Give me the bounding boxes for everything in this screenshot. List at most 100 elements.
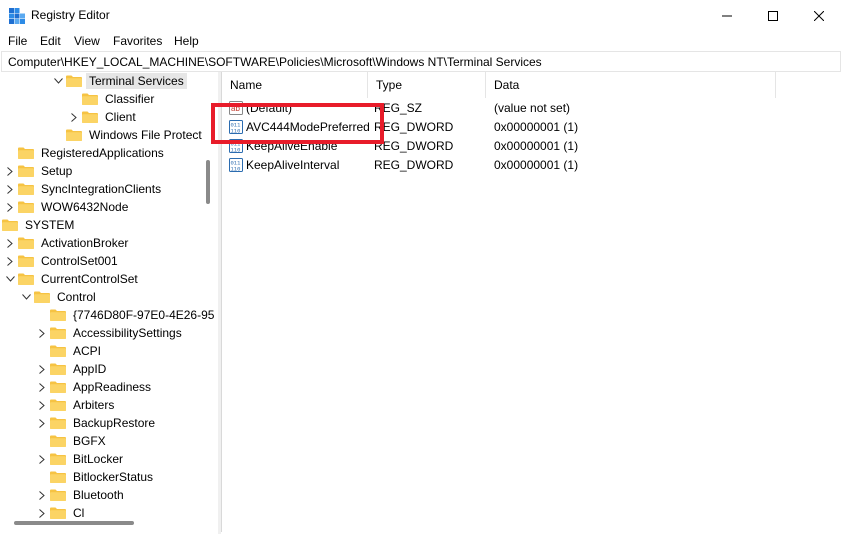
close-button[interactable] [796,0,842,32]
tree-item[interactable]: BackupRestore [39,414,158,432]
tree-item-label: Windows File Protect [89,128,202,142]
chevron-down-icon[interactable] [53,72,63,90]
tree-item[interactable]: BitLocker [39,450,126,468]
chevron-right-icon[interactable] [37,414,47,432]
menu-file[interactable]: File [8,34,27,48]
tree-item-label: BGFX [73,434,106,448]
tree-item-label: SYSTEM [25,218,75,232]
menu-bar: File Edit View Favorites Help [0,32,842,50]
tree-item[interactable]: Setup [7,162,75,180]
tree-item[interactable]: Classifier [82,90,157,108]
value-name: KeepAliveInterval [246,158,340,172]
maximize-icon [768,11,778,21]
svg-text:110: 110 [231,166,241,173]
tree-item[interactable]: Control [21,288,99,306]
menu-help[interactable]: Help [174,34,199,48]
menu-edit[interactable]: Edit [40,34,61,48]
folder-icon [18,165,34,177]
chevron-right-icon[interactable] [5,162,15,180]
folder-icon [50,345,66,357]
chevron-right-icon[interactable] [37,396,47,414]
annotation-highlight-box [211,103,384,144]
chevron-right-icon[interactable] [69,108,79,126]
tree-item-label: BackupRestore [73,416,156,430]
tree-item[interactable]: WOW6432Node [7,198,131,216]
chevron-right-icon[interactable] [5,180,15,198]
folder-icon [50,309,66,321]
svg-text:110: 110 [231,147,241,154]
chevron-right-icon[interactable] [37,324,47,342]
tree-item-label: CurrentControlSet [41,272,138,286]
tree-item-label: ActivationBroker [41,236,129,250]
tree-item-label: Setup [41,164,73,178]
value-type: REG_DWORD [374,139,454,153]
tree-item-label: Client [105,110,136,124]
tree-horizontal-scroll-thumb[interactable] [14,521,134,525]
folder-icon [50,453,66,465]
address-path: Computer\HKEY_LOCAL_MACHINE\SOFTWARE\Pol… [8,55,542,69]
tree-item[interactable]: CurrentControlSet [5,270,141,288]
value-type: REG_DWORD [374,158,454,172]
value-data: (value not set) [494,101,571,115]
folder-icon [50,489,66,501]
chevron-down-icon[interactable] [21,288,31,306]
tree-item[interactable]: Client [71,108,139,126]
menu-view[interactable]: View [74,34,100,48]
maximize-button[interactable] [750,0,796,32]
tree-item[interactable]: Arbiters [39,396,117,414]
chevron-right-icon[interactable] [37,378,47,396]
tree-item[interactable]: AppID [39,360,109,378]
menu-favorites[interactable]: Favorites [113,34,162,48]
value-row[interactable]: 011 110 KeepAliveInterval REG_DWORD 0x000000… [222,156,841,174]
tree-item-label: Arbiters [73,398,115,412]
folder-icon [50,399,66,411]
chevron-right-icon[interactable] [5,234,15,252]
tree-item-label: AppReadiness [73,380,152,394]
tree-item[interactable]: AppReadiness [39,378,154,396]
tree-item[interactable]: Windows File Protect [66,126,205,144]
tree-item[interactable]: Terminal Services [53,72,187,90]
tree-item[interactable]: ACPI [50,342,104,360]
binary-value-icon: 011 110 [229,158,243,173]
tree-item[interactable]: ControlSet001 [7,252,121,270]
chevron-right-icon[interactable] [5,198,15,216]
tree-item[interactable]: SYSTEM [2,216,77,234]
column-header-name[interactable]: Name [222,72,368,98]
tree-item-label: BitLocker [73,452,124,466]
chevron-down-icon[interactable] [5,270,15,288]
folder-icon [66,129,82,141]
address-bar[interactable]: Computer\HKEY_LOCAL_MACHINE\SOFTWARE\Pol… [1,51,841,72]
minimize-button[interactable] [704,0,750,32]
chevron-right-icon[interactable] [37,486,47,504]
tree-item-label: ControlSet001 [41,254,118,268]
tree-item-label: Bluetooth [73,488,124,502]
folder-icon [50,381,66,393]
value-data: 0x00000001 (1) [494,158,579,172]
tree-item-label: SyncIntegrationClients [41,182,162,196]
chevron-right-icon[interactable] [5,252,15,270]
tree-item[interactable]: Bluetooth [39,486,127,504]
minimize-icon [722,15,732,17]
tree-item-label: BitlockerStatus [73,470,154,484]
key-tree[interactable]: Terminal Services Classifier Client Windows… [0,72,216,534]
folder-icon [50,435,66,447]
column-header-type[interactable]: Type [368,72,486,98]
tree-item[interactable]: RegisteredApplications [18,144,167,162]
window-title: Registry Editor [31,8,110,22]
tree-horizontal-scrollbar[interactable] [0,516,205,530]
tree-item[interactable]: BitlockerStatus [50,468,156,486]
tree-vertical-scroll-thumb[interactable] [206,160,210,204]
folder-icon [50,327,66,339]
folder-icon [18,273,34,285]
tree-item[interactable]: SyncIntegrationClients [7,180,164,198]
tree-item[interactable]: AccessibilitySettings [39,324,185,342]
tree-item-label: {7746D80F-97E0-4E26-95 [73,308,215,322]
tree-item[interactable]: BGFX [50,432,109,450]
column-header-data[interactable]: Data [486,72,776,98]
folder-icon [50,471,66,483]
tree-item[interactable]: ActivationBroker [7,234,131,252]
tree-item[interactable]: {7746D80F-97E0-4E26-95 [50,306,216,324]
title-bar: Registry Editor [0,0,842,32]
chevron-right-icon[interactable] [37,360,47,378]
chevron-right-icon[interactable] [37,450,47,468]
